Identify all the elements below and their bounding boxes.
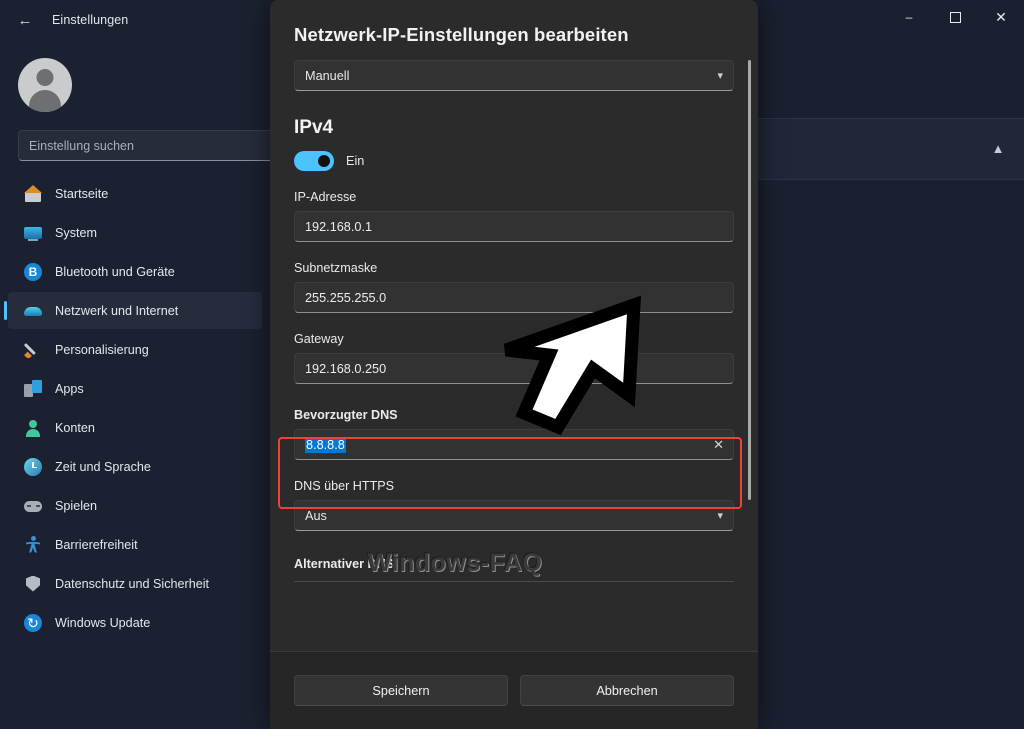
back-arrow-icon[interactable]: ← bbox=[12, 7, 38, 33]
sidebar-item-label: Personalisierung bbox=[55, 342, 149, 357]
shield-icon bbox=[24, 575, 42, 593]
ip-address-value: 192.168.0.1 bbox=[305, 219, 373, 234]
ip-address-field[interactable]: 192.168.0.1 bbox=[294, 211, 734, 242]
sidebar-item-datenschutz-und-sicherheit[interactable]: Datenschutz und Sicherheit bbox=[8, 565, 262, 602]
ip-address-label: IP-Adresse bbox=[294, 190, 357, 204]
maximize-button[interactable] bbox=[932, 0, 978, 34]
window-controls: – ✕ bbox=[886, 0, 1024, 34]
gateway-value: 192.168.0.250 bbox=[305, 361, 387, 376]
sidebar-item-label: Spielen bbox=[55, 498, 98, 513]
sidebar-item-system[interactable]: System bbox=[8, 214, 262, 251]
accessibility-icon bbox=[24, 535, 42, 554]
minimize-button[interactable]: – bbox=[886, 0, 932, 34]
dns-over-https-label: DNS über HTTPS bbox=[294, 479, 395, 493]
system-icon bbox=[24, 224, 42, 242]
watermark: Windows-FAQ bbox=[367, 549, 543, 577]
sidebar-item-spielen[interactable]: Spielen bbox=[8, 487, 262, 524]
home-icon bbox=[24, 184, 42, 203]
sidebar-item-windows-update[interactable]: Windows Update bbox=[8, 604, 262, 641]
sidebar: ← Einstellungen Einstellung suchen ⚲ Sta… bbox=[0, 0, 290, 729]
avatar-container bbox=[0, 40, 270, 112]
chevron-up-icon[interactable]: ▲ bbox=[987, 137, 1009, 159]
cancel-button[interactable]: Abbrechen bbox=[520, 675, 734, 706]
subnet-mask-label: Subnetzmaske bbox=[294, 261, 378, 275]
sidebar-item-personalisierung[interactable]: Personalisierung bbox=[8, 331, 262, 368]
gamepad-icon bbox=[24, 497, 42, 515]
close-button[interactable]: ✕ bbox=[978, 0, 1024, 34]
search-placeholder: Einstellung suchen bbox=[29, 138, 134, 153]
sidebar-item-netzwerk-und-internet[interactable]: Netzwerk und Internet bbox=[4, 292, 262, 329]
sidebar-item-label: Zeit und Sprache bbox=[55, 459, 151, 474]
sidebar-item-zeit-und-sprache[interactable]: Zeit und Sprache bbox=[8, 448, 262, 485]
chevron-down-icon[interactable]: ▾ bbox=[717, 69, 723, 82]
search-input[interactable]: Einstellung suchen ⚲ bbox=[18, 130, 290, 161]
sidebar-item-bluetooth[interactable]: Bluetooth und Geräte bbox=[8, 253, 262, 290]
apps-icon bbox=[24, 379, 42, 398]
avatar[interactable] bbox=[18, 58, 72, 112]
dns-over-https-value: Aus bbox=[305, 508, 327, 523]
network-icon bbox=[24, 302, 42, 320]
sidebar-item-label: Windows Update bbox=[55, 615, 151, 630]
sidebar-item-apps[interactable]: Apps bbox=[8, 370, 262, 407]
arrow-cursor bbox=[503, 295, 642, 436]
ip-assignment-value: Manuell bbox=[305, 68, 350, 83]
save-button[interactable]: Speichern bbox=[294, 675, 508, 706]
bluetooth-icon bbox=[24, 262, 42, 281]
sidebar-item-label: Netzwerk und Internet bbox=[55, 303, 179, 318]
dialog-title: Netzwerk-IP-Einstellungen bearbeiten bbox=[294, 24, 629, 45]
ip-assignment-select[interactable]: Manuell ▾ bbox=[294, 60, 734, 91]
dialog-footer: Speichern Abbrechen bbox=[270, 651, 758, 729]
brush-icon bbox=[24, 341, 42, 359]
sidebar-item-startseite[interactable]: Startseite bbox=[8, 175, 262, 212]
sidebar-item-label: System bbox=[55, 225, 97, 240]
sidebar-item-label: Apps bbox=[55, 381, 84, 396]
sidebar-item-konten[interactable]: Konten bbox=[8, 409, 262, 446]
dns-over-https-select[interactable]: Aus ▾ bbox=[294, 500, 734, 531]
screen: ← Einstellungen Einstellung suchen ⚲ Sta… bbox=[0, 0, 1024, 729]
ipv4-toggle[interactable] bbox=[294, 151, 334, 171]
ipv4-heading: IPv4 bbox=[294, 117, 334, 138]
clear-icon[interactable]: ✕ bbox=[713, 437, 724, 453]
sidebar-titlebar: ← Einstellungen bbox=[0, 0, 270, 40]
ipv4-toggle-label: Ein bbox=[346, 154, 365, 168]
preferred-dns-value: 8.8.8.8 bbox=[305, 436, 346, 453]
update-icon bbox=[24, 613, 42, 632]
account-icon bbox=[24, 419, 42, 437]
dialog-scrollbar[interactable] bbox=[748, 60, 751, 500]
sidebar-item-label: Konten bbox=[55, 420, 95, 435]
ipv4-toggle-row: Ein bbox=[294, 151, 734, 171]
alternative-dns-field-edge[interactable] bbox=[294, 581, 734, 582]
sidebar-nav: Startseite System Bluetooth und Geräte N… bbox=[0, 175, 270, 641]
app-title: Einstellungen bbox=[52, 13, 129, 27]
sidebar-item-label: Startseite bbox=[55, 186, 109, 201]
subnet-mask-value: 255.255.255.0 bbox=[305, 290, 387, 305]
chevron-down-icon[interactable]: ▾ bbox=[717, 509, 723, 522]
sidebar-item-label: Datenschutz und Sicherheit bbox=[55, 576, 210, 591]
sidebar-item-barrierefreiheit[interactable]: Barrierefreiheit bbox=[8, 526, 262, 563]
clock-icon bbox=[24, 457, 42, 476]
sidebar-item-label: Barrierefreiheit bbox=[55, 537, 138, 552]
sidebar-item-label: Bluetooth und Geräte bbox=[55, 264, 175, 279]
